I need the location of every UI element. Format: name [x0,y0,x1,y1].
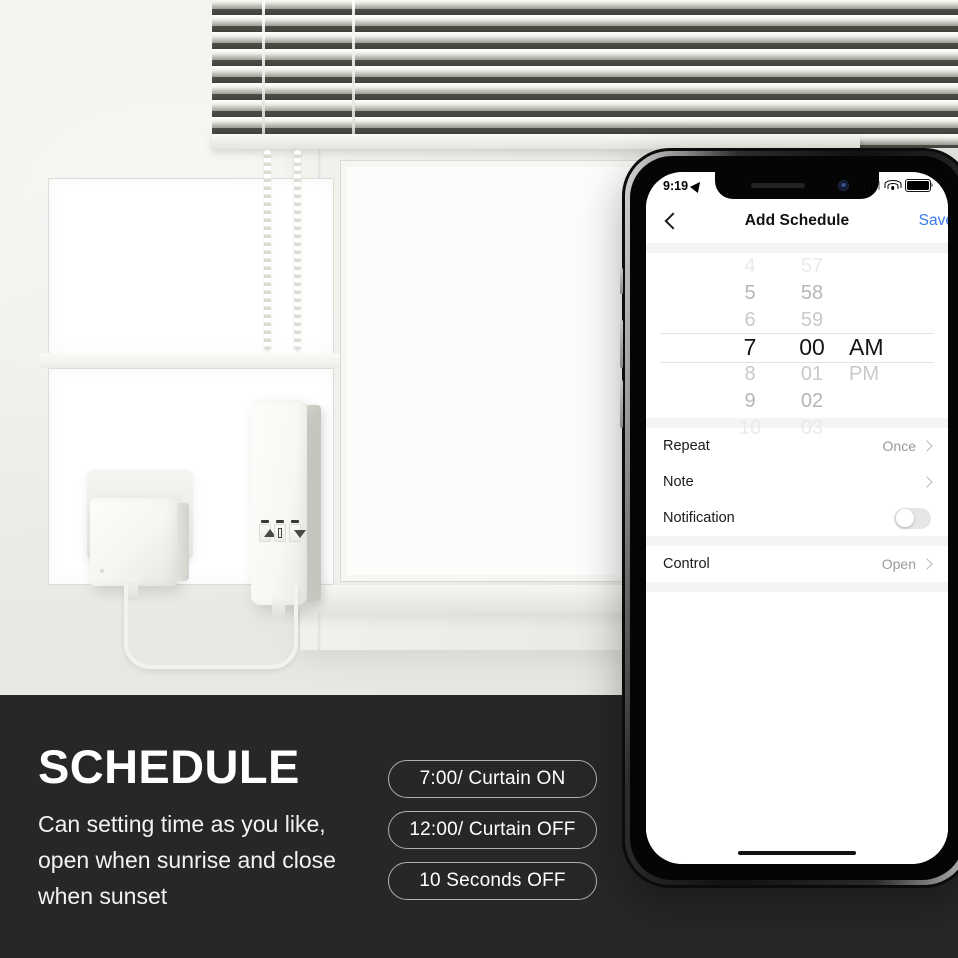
list-item-value: Open [881,556,916,572]
list-item[interactable]: Note [646,464,948,500]
hours-option[interactable]: 5 [719,280,781,307]
window-pane-top [48,178,334,355]
save-button[interactable]: Save [919,212,948,230]
wifi-icon [884,180,901,191]
battery-icon [905,178,934,193]
hours-option[interactable]: 9 [719,388,781,415]
hours-option[interactable]: 8 [719,361,781,388]
meridiem-option[interactable] [843,415,917,442]
navigation-bar: Add Schedule Save [646,199,948,243]
status-time: 9:19 [663,178,689,193]
curtain-motor-module [251,400,307,605]
phone-bezel: 9:19 Add Schedule Save [630,156,958,880]
meridiem-option[interactable] [843,307,917,334]
minutes-option[interactable]: 02 [781,388,843,415]
minute-wheel[interactable]: 57 58 59 00 01 02 03 [781,253,843,439]
power-cable [124,585,298,669]
meridiem-wheel[interactable]: AM PM [843,253,917,418]
blind-bead-chain-right [294,150,301,350]
settings-list: Repeat Once Note Notification [646,428,948,536]
toggle-knob [895,509,914,527]
screen-content: 4 5 6 7 8 9 10 57 58 59 00 01 02 03 AM PM Repeat Once N… [646,243,948,864]
list-item-label: Notification [663,510,735,526]
list-item[interactable]: Control Open [646,546,948,582]
list-item-label: Control [663,556,710,572]
motor-button-group [259,520,306,542]
hours-option[interactable]: 10 [719,415,781,442]
blind-ladder-cord [352,0,355,148]
blind-bottom-rail [212,134,860,149]
chevron-right-icon [921,558,933,570]
window-sill [296,585,646,613]
time-picker[interactable]: 4 5 6 7 8 9 10 57 58 59 00 01 02 03 AM PM [646,253,948,439]
chevron-right-icon [921,440,933,452]
location-arrow-icon [690,178,705,193]
feature-pill: 10 Seconds OFF [388,862,597,900]
minutes-option[interactable]: 03 [781,415,843,442]
power-adapter-cube [90,498,189,586]
blind-ladder-cord [262,0,265,148]
notification-toggle[interactable] [894,507,931,529]
window-frame [340,160,642,582]
chevron-left-icon [664,212,682,230]
window-sash [40,353,340,368]
minutes-option[interactable]: 58 [781,280,843,307]
section-gap-control [646,536,948,546]
blind-slat [212,117,958,128]
picker-selection-line-top [660,333,934,334]
blind-slat [212,100,958,111]
status-bar: 9:19 [646,172,948,199]
hours-option[interactable]: 4 [719,253,781,280]
blind-slat [212,32,958,43]
blind-bead-chain-left [264,150,271,350]
list-item[interactable]: Notification [646,500,948,536]
blind-slat [212,49,958,60]
meridiem-option[interactable]: PM [843,361,917,388]
blind-slat [212,0,958,9]
section-gap-top [646,243,948,253]
smartphone-mockup: 9:19 Add Schedule Save [620,148,958,888]
section-gap-bottom [646,582,948,592]
motor-stop-button [274,520,286,542]
meridiem-option[interactable] [843,280,917,307]
minutes-option[interactable]: 01 [781,361,843,388]
control-list: Control Open [646,546,948,582]
phone-volume-down-button[interactable] [620,380,623,428]
phone-mute-switch[interactable] [620,268,623,294]
time-picker-columns: 4 5 6 7 8 9 10 57 58 59 00 01 02 03 AM PM [646,253,948,439]
hours-option[interactable]: 6 [719,307,781,334]
minutes-option[interactable]: 59 [781,307,843,334]
status-bar-right [865,178,934,193]
hour-wheel[interactable]: 4 5 6 7 8 9 10 [719,253,781,439]
phone-screen: 9:19 Add Schedule Save [646,172,948,864]
blind-slat [212,15,958,26]
panel-subcopy: Can setting time as you like, open when … [38,811,336,910]
picker-selection-line-bottom [660,362,934,363]
product-banner: SCHEDULE Can setting time as you like, o… [0,0,958,958]
minutes-option[interactable]: 00 [781,334,843,361]
feature-pill-list: 7:00/ Curtain ON 12:00/ Curtain OFF 10 Sec… [388,760,600,913]
motor-open-button [259,520,276,542]
venetian-blinds [212,0,958,148]
feature-pill: 12:00/ Curtain OFF [388,811,597,849]
phone-volume-up-button[interactable] [620,320,623,368]
cellular-signal-icon [865,181,880,190]
minutes-option[interactable]: 57 [781,253,843,280]
meridiem-option[interactable] [843,253,917,280]
list-item-label: Note [663,474,694,490]
meridiem-option[interactable] [843,388,917,415]
meridiem-option[interactable]: AM [843,334,917,361]
chevron-right-icon [921,476,933,488]
status-bar-left: 9:19 [663,178,705,193]
feature-pill: 7:00/ Curtain ON [388,760,597,798]
blind-slat [212,66,958,77]
hours-option[interactable]: 7 [719,334,781,361]
home-indicator[interactable] [738,850,856,855]
screen-title: Add Schedule [744,212,850,229]
adapter-led-icon [100,569,104,573]
back-button[interactable] [660,208,686,234]
blind-slat [212,83,958,94]
motor-close-button [289,520,306,542]
